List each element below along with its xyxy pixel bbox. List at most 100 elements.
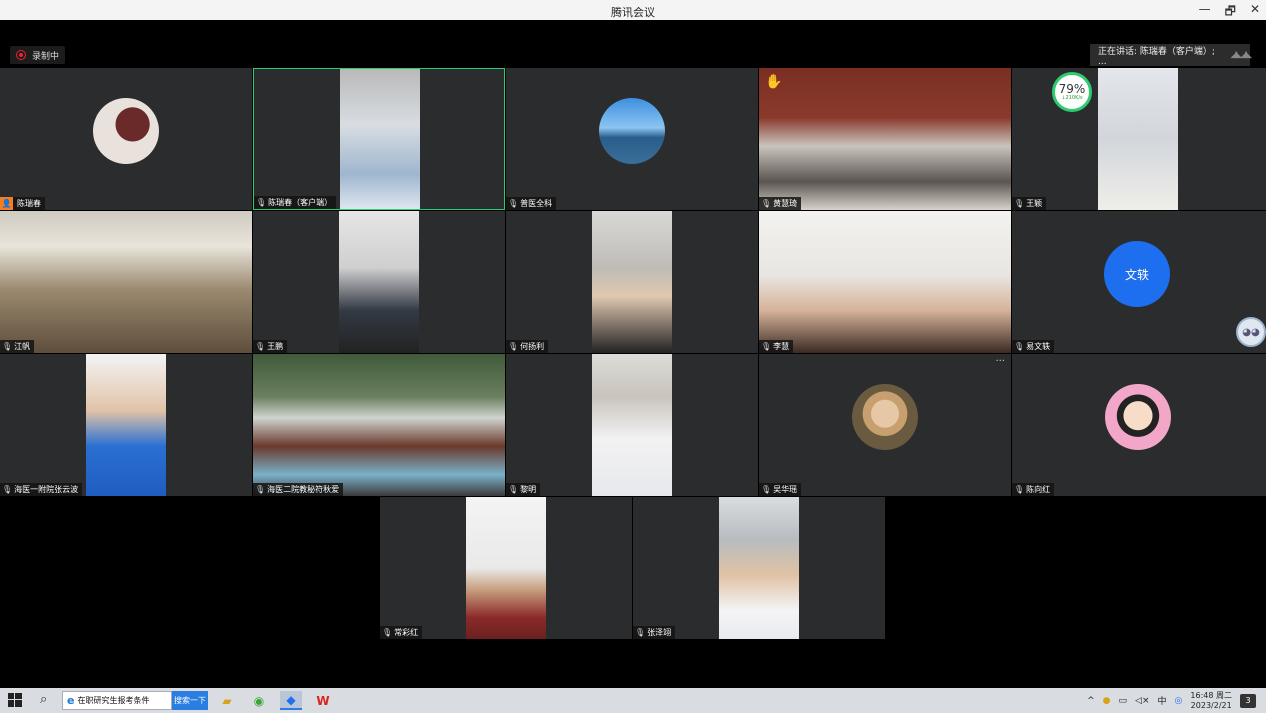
participant-name: 海医二院教秘符秋爱 — [267, 485, 340, 494]
microphone-muted-icon: 🎙 — [635, 628, 646, 637]
participant-nametag: 🎙 何扬利 — [506, 340, 549, 353]
participant-nametag: 🎙 普医全科 — [506, 197, 557, 210]
network-speed: ↓210K/s — [1061, 95, 1083, 101]
participant-video — [0, 211, 252, 353]
participant-nametag: 🎙 王鹏 — [253, 340, 288, 353]
microphone-icon: 🎙 — [382, 628, 393, 637]
microphone-muted-icon: 🎙 — [508, 485, 519, 494]
microphone-muted-icon: 🎙 — [1014, 342, 1025, 351]
participant-tile[interactable]: 🎙 普医全科 — [506, 68, 758, 210]
search-icon[interactable]: ⌕ — [40, 692, 47, 707]
taskbar-clock[interactable]: 16:48 周二 2023/2/21 — [1190, 691, 1232, 711]
tray-app-icon[interactable]: ● — [1103, 696, 1111, 706]
participant-avatar — [599, 98, 665, 164]
video-grid: 👤 陈瑞春 🎙 陈瑞春（客户端） 🎙 普医全科 ✋ 🎙 黄慧琦 79% ↓210… — [0, 68, 1266, 688]
recording-indicator[interactable]: 录制中 — [10, 46, 66, 64]
assistant-robot-icon[interactable]: ◕◕ — [1236, 317, 1266, 347]
microphone-muted-icon: 🎙 — [508, 199, 519, 208]
window-titlebar: 腾讯会议 — 🗗 ✕ — [0, 0, 1266, 20]
participant-tile[interactable]: 🎙 李慧 — [759, 211, 1011, 353]
file-explorer-icon[interactable]: ▰ — [216, 691, 238, 710]
participant-nametag: 🎙 海医二院教秘符秋爱 — [253, 483, 344, 496]
browser-app-icon[interactable]: ◉ — [248, 691, 270, 710]
more-options-icon[interactable]: ··· — [995, 356, 1005, 367]
participant-tile[interactable]: 🎙 张泽翊 — [633, 497, 885, 639]
microphone-muted-icon: 🎙 — [508, 342, 519, 351]
participant-tile[interactable]: 🎙 江帆 — [0, 211, 252, 353]
notification-center-icon[interactable]: 3 — [1240, 693, 1256, 708]
participant-tile[interactable]: 🎙 黎明 — [506, 354, 758, 496]
search-button[interactable]: 搜索一下 — [172, 691, 208, 710]
participant-tile[interactable]: 79% ↓210K/s 🎙 王颖 — [1012, 68, 1266, 210]
volume-muted-icon[interactable]: ◁× — [1135, 696, 1149, 706]
participant-tile[interactable]: 🎙 王鹏 — [253, 211, 505, 353]
tencent-meeting-app-icon[interactable]: ◆ — [280, 691, 302, 710]
participant-name: 吴华瑶 — [773, 485, 798, 494]
microphone-icon: 🎙 — [256, 198, 267, 207]
participant-video — [86, 354, 166, 496]
participant-tile[interactable]: 🎙 海医一附院张云波 — [0, 354, 252, 496]
participant-tile[interactable]: 👤 陈瑞春 — [0, 68, 252, 210]
network-percent: 79% — [1058, 82, 1086, 96]
participant-tile[interactable]: 🎙 海医二院教秘符秋爱 — [253, 354, 505, 496]
participant-video — [592, 354, 672, 496]
participant-nametag: 🎙 江帆 — [0, 340, 35, 353]
participant-video — [466, 497, 546, 639]
tray-chevron-icon[interactable]: ^ — [1087, 696, 1095, 706]
microphone-muted-icon: 🎙 — [255, 342, 266, 351]
participant-name: 常彩红 — [394, 628, 419, 637]
window-title: 腾讯会议 — [611, 6, 655, 19]
participant-name: 陈瑞春 — [17, 199, 41, 208]
participant-avatar — [852, 384, 918, 450]
meeting-topbar: 录制中 正在讲话: 陈瑞春（客户端）; ... ◢◣◢◣ — [0, 20, 1266, 68]
wps-office-icon[interactable]: W — [312, 691, 334, 710]
participant-tile[interactable]: ··· 🎙 吴华瑶 — [759, 354, 1011, 496]
participant-name: 张泽翊 — [647, 628, 672, 637]
browser-search-input[interactable]: e 在职研究生报考条件 — [62, 691, 172, 710]
network-status-badge[interactable]: 79% ↓210K/s — [1052, 72, 1092, 112]
participant-video — [759, 68, 1011, 210]
microphone-icon: 🎙 — [761, 342, 772, 351]
participant-name: 黎明 — [520, 485, 537, 494]
clock-date: 2023/2/21 — [1190, 700, 1232, 710]
search-input-text: 在职研究生报考条件 — [77, 696, 150, 705]
clock-time: 16:48 周二 — [1190, 690, 1232, 700]
microphone-muted-icon: 🎙 — [761, 485, 772, 494]
audio-wave-icon: ◢◣◢◣ — [1230, 50, 1252, 60]
participant-nametag: 🎙 吴华瑶 — [759, 483, 802, 496]
windows-taskbar: ⌕ e 在职研究生报考条件 搜索一下 ▰ ◉ ◆ W ^ ● ▭ ◁× 中 ◎ … — [0, 688, 1266, 713]
participant-avatar — [1105, 384, 1171, 450]
microphone-muted-icon: 🎙 — [761, 199, 772, 208]
qq-tray-icon[interactable]: ◎ — [1175, 696, 1183, 706]
participant-nametag: 🎙 常彩红 — [380, 626, 423, 639]
participant-nametag: 🎙 王颖 — [1012, 197, 1047, 210]
participant-video — [719, 497, 799, 639]
participant-nametag: 🎙 易文轶 — [1012, 340, 1055, 353]
participant-name: 海医一附院张云波 — [14, 485, 79, 494]
participant-nametag: 👤 陈瑞春 — [0, 197, 45, 210]
participant-nametag: 🎙 张泽翊 — [633, 626, 676, 639]
system-tray: ^ ● ▭ ◁× 中 ◎ 16:48 周二 2023/2/21 3 — [1087, 688, 1266, 713]
record-icon — [16, 50, 26, 60]
participant-name: 王颖 — [1026, 199, 1043, 208]
participant-video — [340, 69, 420, 209]
participant-name: 何扬利 — [520, 342, 545, 351]
participant-tile[interactable]: 🎙 陈瑞春（客户端） — [253, 68, 505, 210]
input-method-indicator[interactable]: 中 — [1158, 694, 1167, 707]
speaking-indicator: 正在讲话: 陈瑞春（客户端）; ... ◢◣◢◣ — [1090, 44, 1252, 67]
participant-name: 李慧 — [773, 342, 790, 351]
participant-tile[interactable]: 🎙 陈向红 — [1012, 354, 1266, 496]
participant-video — [759, 211, 1011, 353]
participant-tile[interactable]: 🎙 何扬利 — [506, 211, 758, 353]
microphone-muted-icon: 🎙 — [255, 485, 266, 494]
participant-nametag: 🎙 李慧 — [759, 340, 794, 353]
network-icon[interactable]: ▭ — [1119, 696, 1128, 706]
microphone-muted-icon: 🎙 — [1014, 485, 1025, 494]
participant-tile[interactable]: ✋ 🎙 黄慧琦 — [759, 68, 1011, 210]
windows-start-icon[interactable] — [8, 693, 22, 707]
participant-tile[interactable]: 文轶 ◕◕ 🎙 易文轶 — [1012, 211, 1266, 353]
participant-name: 普医全科 — [520, 199, 553, 208]
participant-name: 黄慧琦 — [773, 199, 798, 208]
participant-text-avatar: 文轶 — [1104, 241, 1170, 307]
participant-tile[interactable]: 🎙 常彩红 — [380, 497, 632, 639]
